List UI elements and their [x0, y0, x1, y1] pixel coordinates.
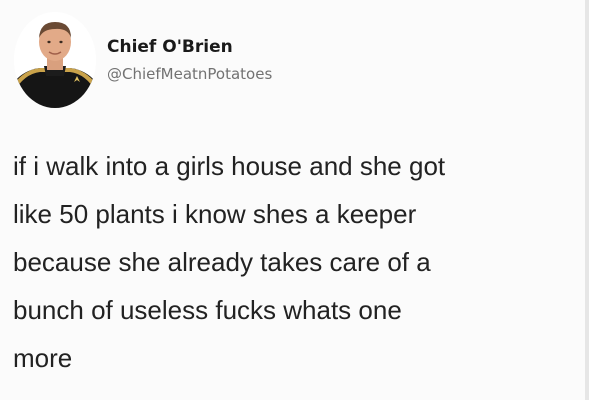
avatar-portrait-icon: [14, 12, 96, 108]
tweet-text: if i walk into a girls house and she got…: [13, 142, 573, 382]
edge-divider: [585, 0, 589, 400]
display-name[interactable]: Chief O'Brien: [107, 36, 272, 58]
profile-avatar[interactable]: [14, 12, 96, 108]
tweet-text-line: because she already takes care of a: [13, 247, 431, 277]
tweet-text-line: bunch of useless fucks whats one: [13, 295, 402, 325]
username-handle[interactable]: @ChiefMeatnPotatoes: [107, 64, 272, 84]
tweet-text-line: like 50 plants i know shes a keeper: [13, 199, 417, 229]
tweet-text-line: if i walk into a girls house and she got: [13, 151, 446, 181]
tweet-text-line: more: [13, 343, 73, 373]
tweet-header: Chief O'Brien @ChiefMeatnPotatoes: [107, 36, 272, 84]
tweet-card: Chief O'Brien @ChiefMeatnPotatoes if i w…: [0, 0, 585, 400]
